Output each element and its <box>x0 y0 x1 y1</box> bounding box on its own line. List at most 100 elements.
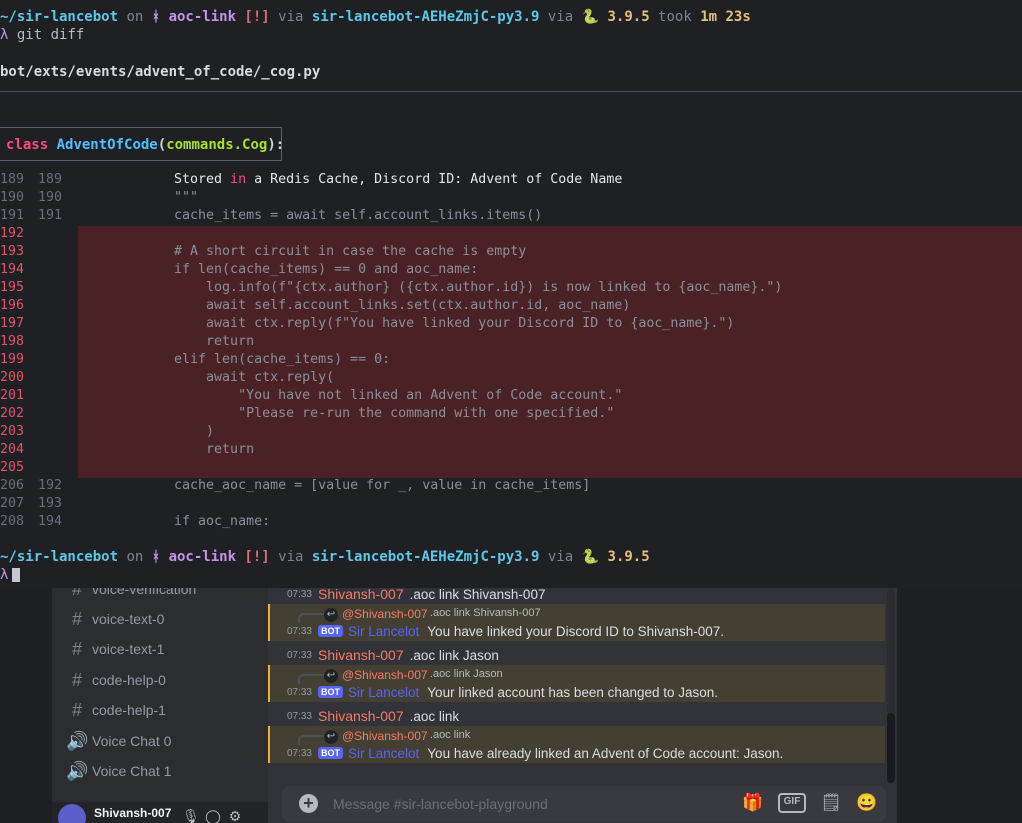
message-time: 07:33 <box>286 588 312 600</box>
reply-icon: ↩ <box>324 608 338 622</box>
hunk-paren: ): <box>267 137 285 153</box>
channel-item[interactable]: 🔊 Voice Chat 1 <box>66 756 262 786</box>
channel-item[interactable]: 🔊 Voice Chat 0 <box>66 726 262 756</box>
bot-badge: BOT <box>318 747 343 759</box>
composer-actions: 🎁 GIF 🗒 😀 <box>742 793 878 813</box>
bot-reply-message[interactable]: ↩ @Shivansh-007 .aoc link Shivansh-007 07:3… <box>268 604 885 641</box>
message-author[interactable]: Sir Lancelot <box>348 685 419 700</box>
message-author[interactable]: Sir Lancelot <box>348 746 419 761</box>
old-line-number: 205 <box>0 460 25 475</box>
code-text: if aoc_name: <box>142 514 271 529</box>
message-author[interactable]: Shivansh-007 <box>318 588 404 602</box>
hash-icon: # <box>71 669 82 690</box>
right-panel <box>897 588 1022 823</box>
chat-message[interactable]: 07:33 Shivansh-007 .aoc link Shivansh-007 <box>268 588 885 605</box>
python-icon: 🐍 <box>581 9 600 25</box>
user-controls: 🎙 ◯ ⚙ <box>180 808 246 823</box>
diff-filename: bot/exts/events/advent_of_code/_cog.py <box>0 64 321 80</box>
channel-item[interactable]: # voice-text-0 <box>66 604 262 634</box>
hunk-keyword: class <box>6 137 49 153</box>
diff-hunk-header: class AdventOfCode(commands.Cog): <box>0 127 285 161</box>
command-line[interactable]: λ <box>0 567 21 583</box>
reply-author[interactable]: @Shivansh-007 <box>342 668 428 682</box>
chat-message[interactable]: 07:33 Shivansh-007 .aoc link Jason <box>268 644 885 666</box>
username[interactable]: Shivansh-007 <box>94 806 171 820</box>
add-attachment-button[interactable]: + <box>299 794 318 813</box>
message-text: Your linked account has been changed to … <box>427 684 719 700</box>
chat-message[interactable]: 07:33 Shivansh-007 .aoc link <box>268 705 885 727</box>
prompt-on: on <box>118 9 152 25</box>
sticker-icon[interactable]: 🗒 <box>820 793 842 813</box>
prompt-branch: aoc-link <box>160 549 236 565</box>
channel-item[interactable]: # code-help-1 <box>66 695 262 725</box>
message-author[interactable]: Shivansh-007 <box>318 708 404 724</box>
code-text: return <box>142 334 255 349</box>
old-line-number: 207 <box>0 496 25 511</box>
code-text: "Please re-run the command with one spec… <box>142 406 615 421</box>
reply-icon: ↩ <box>324 730 338 744</box>
old-line-number: 201 <box>0 388 25 403</box>
channel-item[interactable]: # voice-verification <box>66 588 262 604</box>
message-author[interactable]: Sir Lancelot <box>348 624 419 639</box>
prompt-virtualenv: sir-lancebot-AEHeZmjC-py3.9 <box>311 9 540 25</box>
prompt-via: via <box>269 549 312 565</box>
prompt-python-version: 3.9.5 <box>599 9 650 25</box>
prompt-via: via <box>539 9 582 25</box>
terminal-window[interactable]: ~/sir-lancebot on ᚼ aoc-link [!] via sir… <box>0 0 1022 588</box>
new-line-number: 193 <box>38 496 63 511</box>
message-input[interactable]: Message #sir-lancebot-playground <box>333 796 548 812</box>
reply-icon: ↩ <box>324 669 338 683</box>
old-line-number: 192 <box>0 226 25 241</box>
keyword: in <box>230 172 247 187</box>
prompt-virtualenv: sir-lancebot-AEHeZmjC-py3.9 <box>311 549 540 565</box>
gear-icon[interactable]: ⚙ <box>224 808 246 823</box>
hash-icon: # <box>71 588 82 599</box>
scrollbar-thumb[interactable] <box>887 713 895 783</box>
new-line-number: 189 <box>38 172 63 187</box>
hash-icon: # <box>71 638 82 659</box>
old-line-number: 190 <box>0 190 25 205</box>
reply-author[interactable]: @Shivansh-007 <box>342 729 428 743</box>
message-text: You have linked your Discord ID to Shiva… <box>427 623 724 639</box>
message-text: .aoc link Shivansh-007 <box>409 588 546 602</box>
terminal-cursor <box>12 568 21 582</box>
old-line-number: 195 <box>0 280 25 295</box>
code-text: "You have not linked an Advent of Code a… <box>142 388 623 403</box>
code-text: await self.account_links.set(ctx.author.… <box>142 298 631 313</box>
reply-preview[interactable]: .aoc link <box>430 729 470 741</box>
message-composer: + Message #sir-lancebot-playground 🎁 GIF… <box>282 786 886 822</box>
old-line-number: 191 <box>0 208 25 223</box>
old-line-number: 193 <box>0 244 25 259</box>
python-icon: 🐍 <box>581 549 600 565</box>
old-line-number: 206 <box>0 478 25 493</box>
old-line-number: 197 <box>0 316 25 331</box>
message-author[interactable]: Shivansh-007 <box>318 647 404 663</box>
reply-preview[interactable]: .aoc link Jason <box>430 668 503 680</box>
old-line-number: 199 <box>0 352 25 367</box>
headphones-icon[interactable]: ◯ <box>202 808 224 823</box>
bot-reply-message[interactable]: ↩ @Shivansh-007 .aoc link 07:33 BOT Sir Lance… <box>268 726 885 763</box>
message-time: 07:33 <box>286 686 312 698</box>
message-time: 07:33 <box>286 625 312 637</box>
avatar[interactable] <box>58 804 86 823</box>
channel-name: voice-text-1 <box>92 641 165 657</box>
code-text: if len(cache_items) == 0 and aoc_name: <box>142 262 479 277</box>
code-text: return <box>142 442 255 457</box>
prompt-python-version: 3.9.5 <box>599 549 650 565</box>
reply-author[interactable]: @Shivansh-007 <box>342 607 428 621</box>
hunk-base-class: commands.Cog <box>166 137 268 153</box>
channel-item[interactable]: # voice-text-1 <box>66 634 262 664</box>
bot-reply-message[interactable]: ↩ @Shivansh-007 .aoc link Jason 07:33 BOT Sir… <box>268 665 885 702</box>
bot-message-row: 07:33 BOT Sir Lancelot You have already lin… <box>270 743 783 763</box>
speaker-icon: 🔊 <box>66 760 89 781</box>
hunk-paren: ( <box>157 137 167 153</box>
gif-button[interactable]: GIF <box>778 793 806 813</box>
emoji-icon[interactable]: 😀 <box>856 793 878 813</box>
gift-icon[interactable]: 🎁 <box>742 793 764 813</box>
mute-icon[interactable]: 🎙 <box>180 808 202 823</box>
channel-item[interactable]: # code-help-0 <box>66 665 262 695</box>
reply-preview[interactable]: .aoc link Shivansh-007 <box>430 607 541 619</box>
code-text: Stored in a Redis Cache, Discord ID: Adv… <box>142 172 623 187</box>
old-line-number: 208 <box>0 514 25 529</box>
channel-name: Voice Chat 1 <box>92 763 172 779</box>
